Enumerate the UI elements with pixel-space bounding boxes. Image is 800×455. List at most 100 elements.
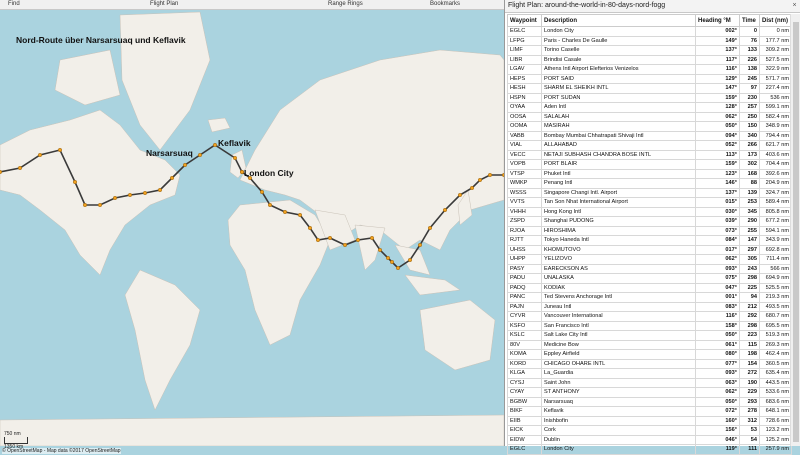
- bookmarks-tab[interactable]: Bookmarks: [430, 1, 460, 7]
- table-row[interactable]: PADU UNALASKA 075° 298 694.9 nm: [507, 273, 792, 284]
- waypoint-marker[interactable]: [418, 242, 423, 247]
- waypoint-marker[interactable]: [356, 237, 361, 242]
- table-row[interactable]: WSSS Singapore Changi Intl. Airport 137° 13…: [507, 187, 792, 198]
- col-time[interactable]: Time: [739, 14, 760, 27]
- waypoint-marker[interactable]: [58, 147, 63, 152]
- waypoint-marker[interactable]: [470, 185, 475, 190]
- table-row[interactable]: KOMA Eppley Airfield 080° 198 462.4 nm: [507, 349, 792, 360]
- table-row[interactable]: OOMA MASIRAH 050° 150 348.9 nm: [507, 121, 792, 132]
- table-row[interactable]: UHSS KHOMUTOVO 017° 297 692.8 nm: [507, 244, 792, 255]
- waypoint-marker[interactable]: [232, 155, 237, 160]
- table-row[interactable]: VHHH Hong Kong Intl 030° 345 805.8 nm: [507, 206, 792, 217]
- table-row[interactable]: CYVR Vancouver International 116° 292 680.7 …: [507, 311, 792, 322]
- table-row[interactable]: OOSA SALALAH 062° 250 582.4 nm: [507, 111, 792, 122]
- waypoint-marker[interactable]: [370, 235, 375, 240]
- table-row[interactable]: PAJN Juneau Intl 083° 212 493.5 nm: [507, 301, 792, 312]
- table-row[interactable]: KSFO San Francisco Intl 158° 298 695.5 nm: [507, 320, 792, 331]
- waypoint-marker[interactable]: [127, 192, 132, 197]
- table-row[interactable]: LIMF Torino Caselle 137° 133 309.2 nm: [507, 45, 792, 56]
- col-dist[interactable]: Dist (nm): [759, 14, 792, 27]
- waypoint-marker[interactable]: [169, 175, 174, 180]
- waypoint-marker[interactable]: [38, 152, 43, 157]
- table-row[interactable]: EGLC London City 002° 0 0 nm: [507, 26, 792, 37]
- table-row[interactable]: KORD CHICAGO OHARE INTL 077° 154 360.5 nm: [507, 358, 792, 369]
- waypoint-marker[interactable]: [298, 212, 303, 217]
- table-row[interactable]: CYAY ST ANTHONY 062° 229 533.6 nm: [507, 387, 792, 398]
- range-rings-tab[interactable]: Range Rings: [328, 1, 363, 7]
- table-row[interactable]: HESH SHARM EL SHEIKH INTL 147° 97 227.4 nm: [507, 83, 792, 94]
- waypoint-marker[interactable]: [328, 235, 333, 240]
- world-map[interactable]: Nord-Route über Narsarsuaq und Keflavik …: [0, 10, 507, 454]
- waypoint-marker[interactable]: [72, 179, 77, 184]
- table-row[interactable]: KLGA La_Guardia 093° 272 635.4 nm: [507, 368, 792, 379]
- table-row[interactable]: VIAL ALLAHABAD 052° 266 621.7 nm: [507, 140, 792, 151]
- waypoint-marker[interactable]: [268, 202, 273, 207]
- waypoint-marker[interactable]: [0, 170, 2, 174]
- waypoint-marker[interactable]: [157, 187, 162, 192]
- table-row[interactable]: PADQ KODIAK 047° 225 525.5 nm: [507, 282, 792, 293]
- table-row[interactable]: PASY EARECKSON AS 093° 243 566 nm: [507, 263, 792, 274]
- table-row[interactable]: LFPG Paris - Charles De Gaulle 149° 76 177.7…: [507, 35, 792, 46]
- waypoint-marker[interactable]: [478, 177, 483, 182]
- scrollbar-thumb[interactable]: [793, 22, 799, 442]
- waypoint-marker[interactable]: [97, 202, 102, 207]
- waypoint-marker[interactable]: [260, 189, 265, 194]
- waypoint-marker[interactable]: [142, 190, 147, 195]
- waypoint-marker[interactable]: [197, 152, 202, 157]
- table-row[interactable]: VECC NETAJI SUBHASH CHANDRA BOSE INTL 113°…: [507, 149, 792, 160]
- waypoint-marker[interactable]: [396, 266, 401, 271]
- table-row[interactable]: LGAV Athens Intl Airport Elefterios Veniz…: [507, 64, 792, 75]
- table-row[interactable]: LIBR Brindisi Casale 117° 226 527.5 nm: [507, 54, 792, 65]
- table-row[interactable]: 80V Medicine Bow 061° 115 269.3 nm: [507, 339, 792, 350]
- waypoint-marker[interactable]: [82, 202, 87, 207]
- waypoint-marker[interactable]: [182, 162, 187, 167]
- table-row[interactable]: EIIB Inishbofin 160° 312 728.6 nm: [507, 415, 792, 426]
- time-cell: 297: [739, 244, 760, 255]
- table-row[interactable]: BGBW Narsarsuaq 050° 293 683.6 nm: [507, 396, 792, 407]
- waypoint-marker[interactable]: [378, 247, 383, 252]
- table-row[interactable]: UHPP YELIZOVO 062° 305 711.4 nm: [507, 254, 792, 265]
- table-row[interactable]: WMKP Penang Intl 146° 88 204.9 nm: [507, 178, 792, 189]
- table-row[interactable]: RJTT Tokyo Haneda Intl 084° 147 343.9 nm: [507, 235, 792, 246]
- table-row[interactable]: VABB Bombay Mumbai Chhatrapati Shivaji In…: [507, 130, 792, 141]
- waypoint-marker[interactable]: [458, 192, 463, 197]
- table-row[interactable]: RJOA HIROSHIMA 073° 255 594.1 nm: [507, 225, 792, 236]
- table-row[interactable]: EICK Cork 156° 53 123.2 nm: [507, 425, 792, 436]
- time-cell: 76: [739, 35, 760, 46]
- waypoint-marker[interactable]: [408, 258, 413, 263]
- table-row[interactable]: HSPN PORT SUDAN 159° 230 536 nm: [507, 92, 792, 103]
- table-row[interactable]: OYAA Aden Intl 128° 257 599.1 nm: [507, 102, 792, 113]
- heading-cell: 117°: [695, 54, 740, 65]
- col-heading[interactable]: Heading °M: [695, 14, 740, 27]
- vertical-scrollbar[interactable]: [790, 14, 800, 446]
- table-row[interactable]: VVTS Tan Son Nhat International Airport 01…: [507, 197, 792, 208]
- table-row[interactable]: VTSP Phuket Intl 123° 168 392.6 nm: [507, 168, 792, 179]
- waypoint-cell: KSFO: [507, 320, 542, 331]
- table-row[interactable]: CYSJ Saint John 063° 190 443.5 nm: [507, 377, 792, 388]
- table-row[interactable]: KSLC Salt Lake City Intl 050° 223 519.3 nm: [507, 330, 792, 341]
- table-row[interactable]: HEPS PORT SAID 129° 245 571.7 nm: [507, 73, 792, 84]
- waypoint-marker[interactable]: [386, 256, 391, 261]
- waypoint-marker[interactable]: [18, 165, 23, 170]
- waypoint-marker[interactable]: [488, 172, 493, 177]
- waypoint-marker[interactable]: [428, 225, 433, 230]
- col-waypoint[interactable]: Waypoint: [507, 14, 542, 27]
- col-description[interactable]: Description: [541, 14, 696, 27]
- table-row[interactable]: PANC Ted Stevens Anchorage Intl 001° 94 219.…: [507, 292, 792, 303]
- find-tab[interactable]: Find: [8, 1, 20, 7]
- waypoint-marker[interactable]: [443, 207, 448, 212]
- waypoint-marker[interactable]: [212, 142, 217, 147]
- waypoint-marker[interactable]: [390, 260, 395, 265]
- close-icon[interactable]: ×: [790, 1, 799, 10]
- table-row[interactable]: BIKF Keflavik 072° 278 648.1 nm: [507, 406, 792, 417]
- waypoint-marker[interactable]: [308, 225, 313, 230]
- table-row[interactable]: VOPB PORT BLAIR 159° 302 704.4 nm: [507, 159, 792, 170]
- flight-plan-tab[interactable]: Flight Plan: [150, 1, 178, 7]
- waypoint-marker[interactable]: [283, 209, 288, 214]
- table-row[interactable]: ZSPD Shanghai PUDONG 039° 290 677.2 nm: [507, 216, 792, 227]
- waypoint-marker[interactable]: [343, 242, 348, 247]
- waypoint-marker[interactable]: [112, 195, 117, 200]
- table-row[interactable]: EIDW Dublin 046° 54 125.2 nm: [507, 434, 792, 445]
- time-cell: 198: [739, 349, 760, 360]
- waypoint-marker[interactable]: [316, 237, 321, 242]
